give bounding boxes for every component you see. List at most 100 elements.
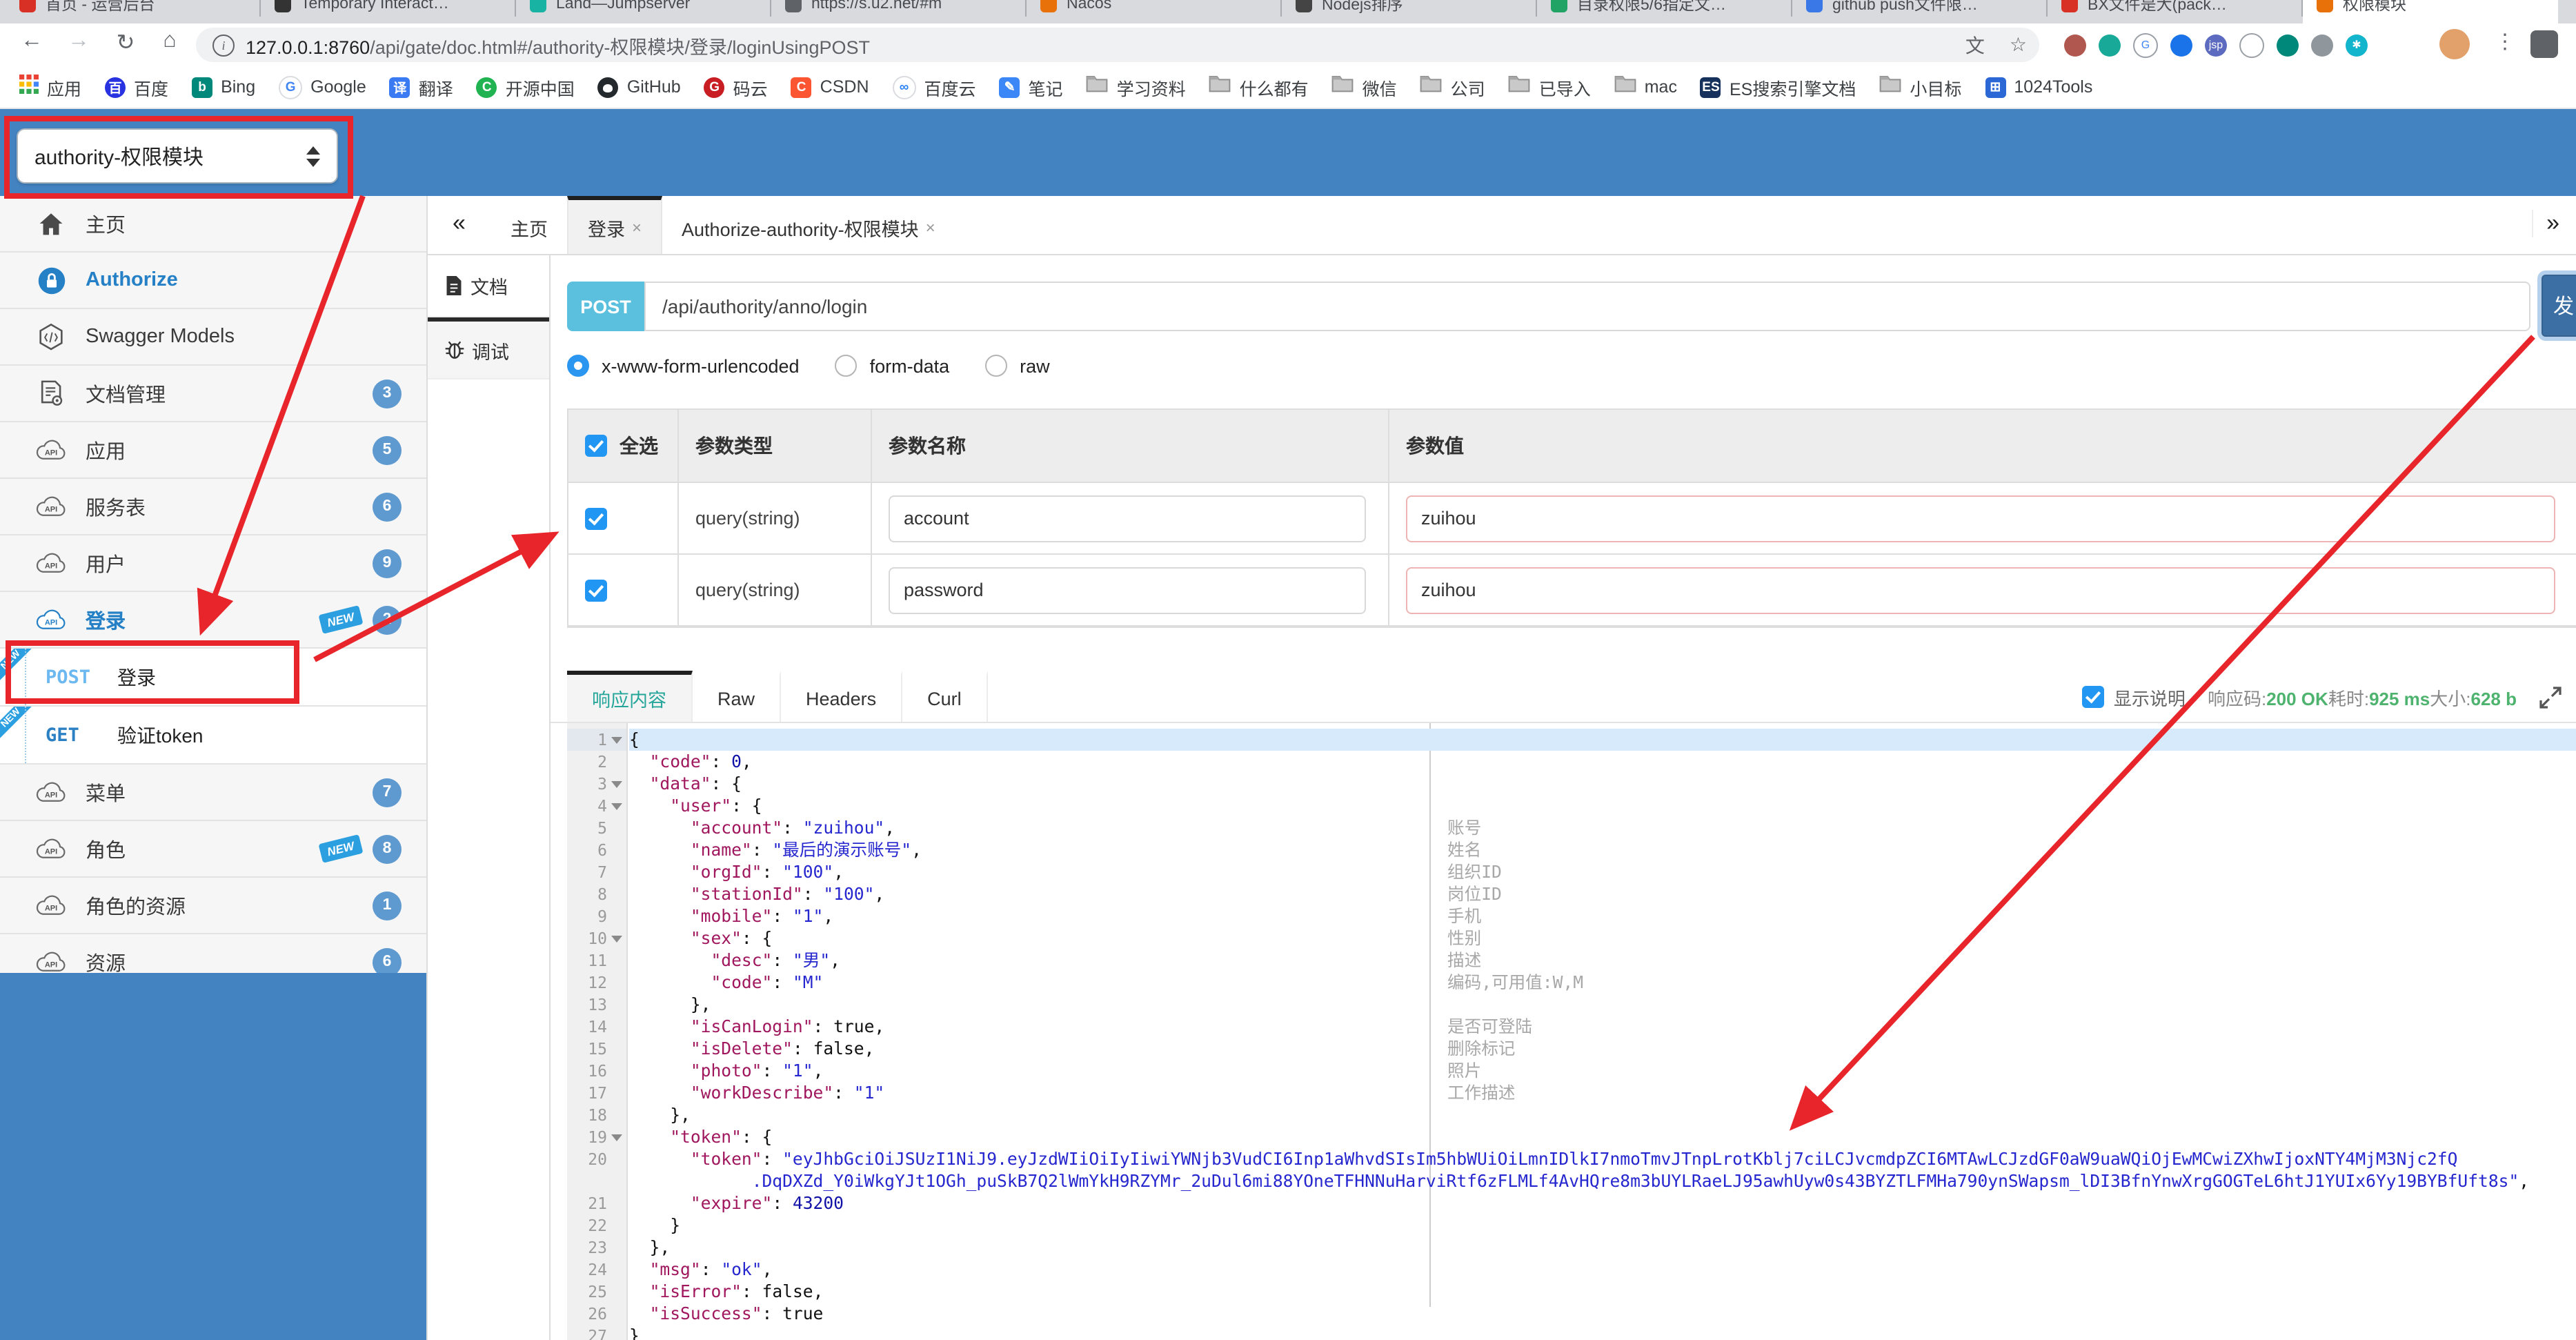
- bookmark-item[interactable]: 译翻译: [389, 74, 453, 100]
- response-tab-响应内容[interactable]: 响应内容: [567, 671, 693, 722]
- close-icon[interactable]: ×: [632, 217, 642, 237]
- extension-teal-beaker[interactable]: [2099, 34, 2121, 56]
- info-icon[interactable]: i: [212, 34, 235, 56]
- panel-tab-文档[interactable]: 文档: [428, 255, 549, 317]
- browser-tab[interactable]: Nodejs排序: [1282, 0, 1537, 23]
- bookmark-item[interactable]: 百百度: [105, 74, 168, 100]
- send-button[interactable]: 发: [2542, 275, 2576, 337]
- panel-tab-调试[interactable]: 调试: [428, 317, 549, 380]
- param-checkbox[interactable]: [585, 507, 607, 529]
- extension-gray-grid[interactable]: [2311, 34, 2333, 56]
- extension-teal-shield[interactable]: [2277, 34, 2299, 56]
- bookmark-item[interactable]: 学习资料: [1087, 74, 1186, 100]
- sidebar-item-菜单[interactable]: API 菜单 7: [0, 765, 426, 821]
- fold-icon[interactable]: [611, 1134, 622, 1146]
- show-description-toggle[interactable]: 显示说明: [2081, 684, 2186, 710]
- response-tab-Headers[interactable]: Headers: [781, 671, 903, 722]
- bookmark-item[interactable]: C CSDN: [791, 77, 869, 97]
- fullscreen-icon[interactable]: [2539, 685, 2562, 709]
- bookmark-item[interactable]: 什么都有: [1209, 74, 1309, 100]
- param-name-input[interactable]: [889, 566, 1366, 613]
- fold-icon[interactable]: [611, 935, 622, 947]
- fold-icon[interactable]: [611, 780, 622, 793]
- browser-tab[interactable]: 目录权限5/6指定文…: [1537, 0, 1792, 23]
- doc-tab-主页[interactable]: 主页: [491, 196, 567, 254]
- browser-tab[interactable]: Temporary Interact…: [261, 0, 516, 23]
- extension-google-g[interactable]: G: [2133, 32, 2158, 57]
- extension-jsp-badge[interactable]: jsp: [2205, 34, 2227, 56]
- select-all-checkbox[interactable]: [585, 435, 607, 457]
- extension-teal-star[interactable]: ✱: [2346, 34, 2368, 56]
- bookmark-item[interactable]: ⊞ 1024Tools: [1985, 77, 2092, 97]
- browser-tab[interactable]: 权限模块: [2303, 0, 2558, 23]
- browser-menu-icon[interactable]: ⋮: [2495, 29, 2515, 54]
- browser-tab[interactable]: https://s.u2.net/#m: [771, 0, 1027, 23]
- body-type-radio[interactable]: [835, 355, 858, 377]
- param-name-input[interactable]: [889, 495, 1366, 542]
- param-checkbox[interactable]: [585, 579, 607, 601]
- bookmark-star-icon[interactable]: ☆: [2010, 33, 2027, 57]
- response-tab-Curl[interactable]: Curl: [902, 671, 988, 722]
- browser-tab[interactable]: BX文件是大(pack…: [2048, 0, 2303, 23]
- show-description-checkbox[interactable]: [2081, 686, 2104, 708]
- bookmark-item[interactable]: ∞ 百度云: [892, 74, 976, 100]
- browser-tab[interactable]: 首页 - 运营后台: [6, 0, 261, 23]
- forward-icon[interactable]: →: [63, 29, 94, 54]
- bookmark-item[interactable]: ✎ 笔记: [999, 74, 1063, 100]
- sidebar-item-主页[interactable]: 主页: [0, 196, 426, 253]
- translate-icon[interactable]: 文: [1965, 31, 1985, 59]
- bookmark-item[interactable]: b Bing: [192, 77, 255, 97]
- extension-white-ring[interactable]: [2239, 32, 2264, 57]
- fold-icon[interactable]: [611, 736, 622, 749]
- api-cloud-icon: API: [36, 894, 66, 917]
- sidebar-item-Swagger Models[interactable]: Swagger Models: [0, 309, 426, 366]
- doc-tab-登录[interactable]: 登录 ×: [567, 196, 663, 254]
- tabs-scroll-left-icon[interactable]: «: [453, 210, 466, 237]
- bookmark-item[interactable]: G 码云: [704, 74, 768, 100]
- response-tab-Raw[interactable]: Raw: [693, 671, 782, 722]
- sidebar-item-Authorize[interactable]: Authorize: [0, 253, 426, 309]
- body-type-radio[interactable]: [567, 355, 589, 377]
- doc-tab-Authorize-authority-权限模块[interactable]: Authorize-authority-权限模块 ×: [662, 196, 955, 254]
- param-value-input[interactable]: [1406, 566, 2555, 613]
- bookmark-item[interactable]: mac: [1614, 75, 1677, 99]
- back-icon[interactable]: ←: [17, 29, 47, 54]
- tab-favicon: [1040, 0, 1057, 12]
- fold-icon[interactable]: [611, 802, 622, 815]
- new-badge: NEW: [318, 605, 364, 634]
- bookmark-item[interactable]: G Google: [279, 75, 366, 99]
- extension-blue-dot[interactable]: [2170, 34, 2192, 56]
- bookmark-item[interactable]: 小目标: [1879, 74, 1961, 100]
- sidebar-item-文档管理[interactable]: 文档管理 3: [0, 366, 426, 422]
- body-type-radio[interactable]: [985, 355, 1008, 377]
- sidebar-item-用户[interactable]: API 用户 9: [0, 535, 426, 592]
- module-select[interactable]: authority-权限模块: [17, 128, 338, 184]
- browser-side-panel-icon[interactable]: [2530, 30, 2558, 58]
- param-value-input[interactable]: [1406, 495, 2555, 542]
- bookmark-item[interactable]: 应用: [19, 74, 81, 100]
- bookmark-item[interactable]: 微信: [1332, 74, 1397, 100]
- bookmark-item[interactable]: ES ES搜索引擎文档: [1700, 74, 1856, 100]
- url-bar[interactable]: i 127.0.0.1:8760/api/gate/doc.html#/auth…: [196, 28, 2039, 62]
- bookmark-item[interactable]: GitHub: [597, 77, 681, 97]
- sidebar-item-登录[interactable]: API 登录 NEW 2: [0, 592, 426, 649]
- tabs-scroll-right-icon[interactable]: »: [2531, 210, 2559, 237]
- browser-tab[interactable]: Land—Jumpserver: [516, 0, 771, 23]
- profile-avatar[interactable]: [2439, 29, 2470, 59]
- sidebar-item-服务表[interactable]: API 服务表 6: [0, 479, 426, 535]
- api-url-input[interactable]: [644, 282, 2530, 331]
- sidebar-item-应用[interactable]: API 应用 5: [0, 422, 426, 479]
- bookmark-item[interactable]: C 开源中国: [476, 74, 575, 100]
- sidebar-item-角色的资源[interactable]: API 角色的资源 1: [0, 878, 426, 934]
- reload-icon[interactable]: ↻: [110, 29, 141, 57]
- bookmark-item[interactable]: 已导入: [1509, 74, 1591, 100]
- sidebar-endpoint-post[interactable]: NEW POST 登录: [0, 649, 426, 707]
- bookmark-item[interactable]: 公司: [1420, 74, 1485, 100]
- extension-red-circle[interactable]: [2064, 34, 2086, 56]
- close-icon[interactable]: ×: [926, 217, 935, 237]
- sidebar-endpoint-get[interactable]: NEW GET 验证token: [0, 707, 426, 765]
- sidebar-item-角色[interactable]: API 角色 NEW 8: [0, 821, 426, 878]
- home-icon[interactable]: ⌂: [155, 29, 185, 54]
- browser-tab[interactable]: Nacos: [1027, 0, 1282, 23]
- browser-tab[interactable]: github push文件限…: [1792, 0, 2048, 23]
